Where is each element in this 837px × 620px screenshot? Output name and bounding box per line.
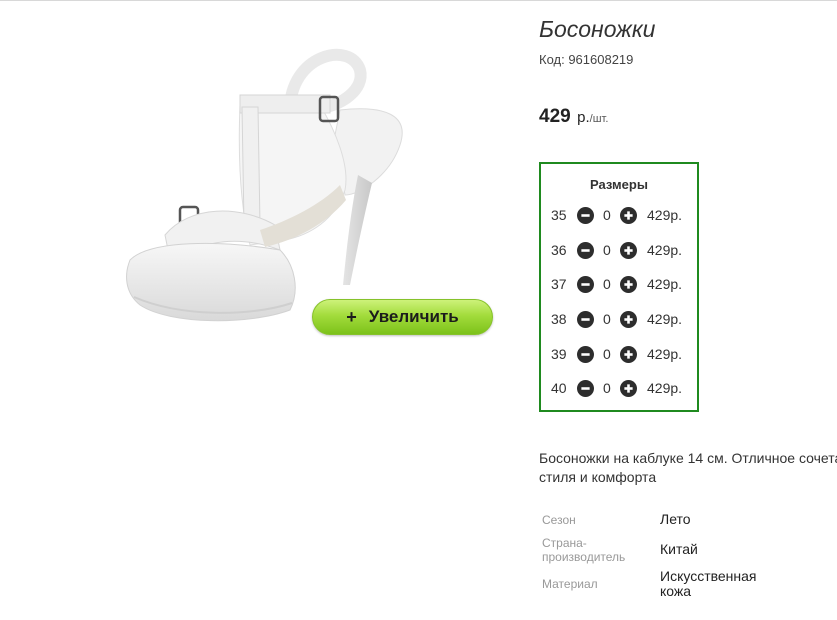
minus-icon (581, 248, 590, 252)
size-number: 38 (551, 311, 567, 327)
plus-icon (624, 210, 633, 220)
size-number: 37 (551, 276, 567, 292)
attr-value-country: Китай (660, 541, 698, 557)
increase-quantity-button[interactable] (620, 275, 637, 293)
size-row: 37 0 429р. (541, 273, 697, 295)
quantity-value: 0 (603, 276, 611, 292)
attr-value-season: Лето (660, 511, 691, 527)
attr-label-season: Сезон (542, 513, 576, 527)
increase-quantity-button[interactable] (620, 379, 637, 397)
attr-label-line: производитель (542, 550, 626, 564)
description-line: Босоножки на каблуке 14 см. Отличное соч… (539, 450, 837, 466)
attr-label-material: Материал (542, 577, 598, 591)
decrease-quantity-button[interactable] (577, 275, 594, 293)
size-price: 429р. (647, 207, 683, 223)
minus-icon (581, 282, 590, 286)
product-price: 429 р./шт. (539, 106, 608, 128)
attr-value-line: Искусственная (660, 568, 757, 584)
decrease-quantity-button[interactable] (577, 241, 594, 259)
minus-icon (581, 213, 590, 217)
attr-label-line: Страна- (542, 536, 587, 550)
minus-icon (581, 352, 590, 356)
description-line: стиля и комфорта (539, 469, 657, 485)
size-number: 40 (551, 380, 567, 396)
price-unit: /шт. (589, 113, 609, 125)
quantity-value: 0 (603, 242, 611, 258)
size-price: 429р. (647, 346, 683, 362)
plus-icon (624, 349, 633, 359)
product-title: Босоножки (539, 16, 656, 42)
decrease-quantity-button[interactable] (577, 206, 594, 224)
quantity-value: 0 (603, 380, 611, 396)
decrease-quantity-button[interactable] (577, 310, 594, 328)
increase-quantity-button[interactable] (620, 345, 637, 363)
size-number: 36 (551, 242, 567, 258)
price-amount: 429 (539, 106, 571, 127)
zoom-button-label: Увеличить (368, 307, 459, 326)
size-row: 40 0 429р. (541, 377, 697, 399)
size-price: 429р. (647, 380, 683, 396)
increase-quantity-button[interactable] (620, 241, 637, 259)
size-price: 429р. (647, 242, 683, 258)
size-number: 35 (551, 207, 567, 223)
quantity-value: 0 (603, 207, 611, 223)
top-divider (0, 0, 837, 1)
product-description: Босоножки на каблуке 14 см. Отличное соч… (539, 449, 837, 487)
size-number: 39 (551, 346, 567, 362)
quantity-value: 0 (603, 346, 611, 362)
attr-label-country: Страна- производитель (542, 536, 625, 564)
plus-icon (624, 279, 633, 289)
price-currency: р. (577, 109, 590, 126)
plus-icon (624, 245, 633, 255)
sizes-box: Размеры 35 0 429р. 36 0 429р. 37 0 429р.… (539, 162, 699, 412)
sizes-title: Размеры (590, 177, 648, 192)
minus-icon (581, 317, 590, 321)
size-price: 429р. (647, 311, 683, 327)
increase-quantity-button[interactable] (620, 310, 637, 328)
product-code: Код: 961608219 (539, 52, 634, 67)
decrease-quantity-button[interactable] (577, 379, 594, 397)
attr-value-line: кожа (660, 583, 692, 599)
plus-icon: + (346, 306, 357, 327)
attr-value-material: Искусственная кожа (660, 569, 757, 599)
increase-quantity-button[interactable] (620, 206, 637, 224)
size-row: 36 0 429р. (541, 239, 697, 261)
decrease-quantity-button[interactable] (577, 345, 594, 363)
size-row: 35 0 429р. (541, 204, 697, 226)
size-price: 429р. (647, 276, 683, 292)
plus-icon (624, 314, 633, 324)
size-row: 38 0 429р. (541, 308, 697, 330)
minus-icon (581, 386, 590, 390)
size-row: 39 0 429р. (541, 343, 697, 365)
plus-icon (624, 383, 633, 393)
zoom-button[interactable]: + Увеличить (312, 299, 493, 335)
quantity-value: 0 (603, 311, 611, 327)
